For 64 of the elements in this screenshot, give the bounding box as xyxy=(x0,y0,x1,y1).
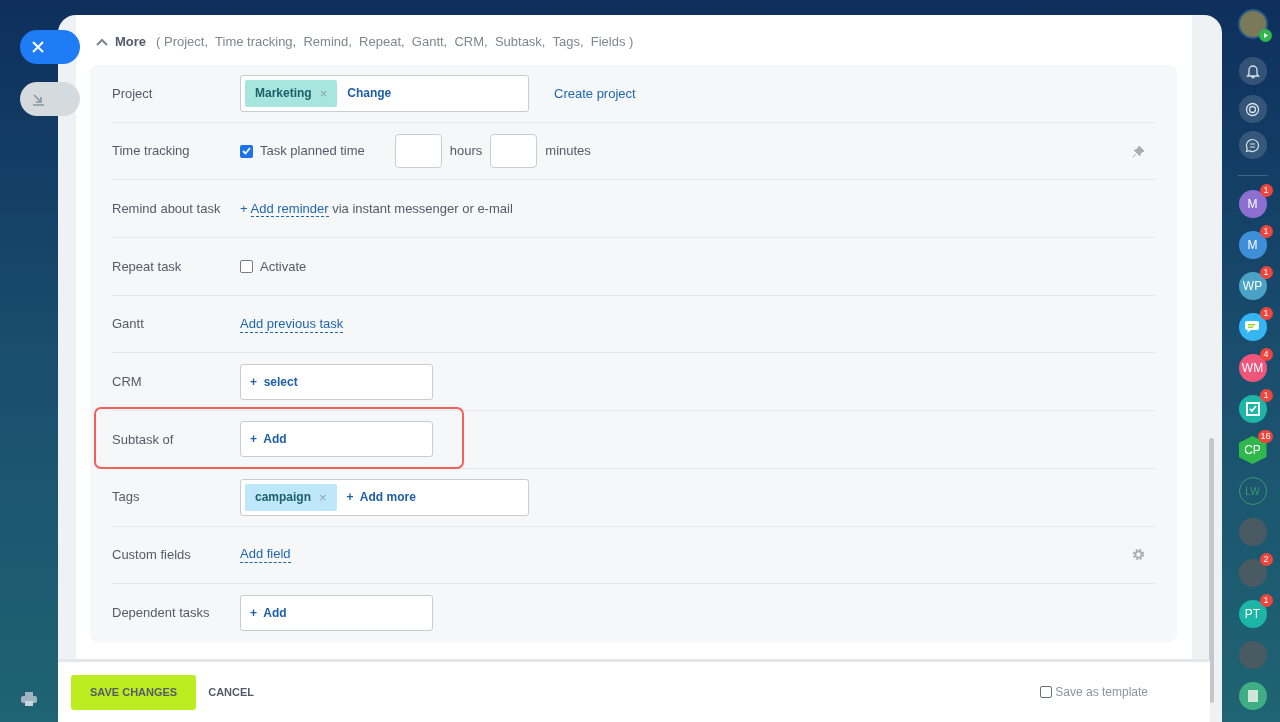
badge: 1 xyxy=(1259,225,1273,238)
collapse-button[interactable] xyxy=(20,82,80,116)
tag-select-field[interactable]: Marketing × Change xyxy=(240,74,529,112)
field-label: Gantt xyxy=(112,315,145,334)
badge: 1 xyxy=(1259,266,1273,279)
field-label: Remind about task xyxy=(112,199,222,218)
hours-input[interactable] xyxy=(394,134,442,169)
badge: 16 xyxy=(1258,430,1273,443)
badge: 4 xyxy=(1259,348,1273,361)
add-button[interactable]: + Add xyxy=(240,595,433,632)
scrollbar[interactable] xyxy=(1209,438,1214,703)
add-reminder-link[interactable]: + Add reminder xyxy=(240,200,329,217)
document-icon xyxy=(1246,689,1259,703)
field-label: Dependent tasks xyxy=(112,604,211,623)
arrow-down-right-icon xyxy=(32,92,45,106)
tag: campaign xyxy=(245,483,319,511)
add-button[interactable]: + Add xyxy=(240,421,433,458)
badge: 1 xyxy=(1259,389,1273,402)
notifications-button[interactable] xyxy=(1238,57,1267,85)
checkbox-label: Activate xyxy=(260,257,307,276)
add-button[interactable]: + select xyxy=(240,363,433,400)
chevron-up-icon[interactable] xyxy=(96,38,108,46)
speech-bubbles-icon xyxy=(1243,319,1262,335)
save-changes-button[interactable]: SAVE CHANGES xyxy=(71,674,197,710)
minutes-input[interactable] xyxy=(490,134,538,169)
field-label: CRM xyxy=(112,373,143,392)
printer-icon[interactable] xyxy=(21,692,37,706)
bell-icon xyxy=(1245,63,1260,79)
unit-label: hours xyxy=(449,142,483,161)
add-link[interactable]: Add previous task xyxy=(240,315,344,333)
spiral-icon xyxy=(1245,101,1260,117)
chat-switch-button[interactable] xyxy=(1238,131,1267,159)
badge: 1 xyxy=(1259,184,1273,197)
checked-square-icon xyxy=(1245,402,1260,416)
checkbox-label: Save as template xyxy=(1055,684,1148,701)
field-label: Repeat task xyxy=(112,257,183,276)
activity-button[interactable] xyxy=(1238,95,1267,123)
tag-select-field[interactable]: campaign × + Add more xyxy=(240,478,529,516)
create-project-link[interactable]: Create project xyxy=(554,83,636,104)
checkbox[interactable] xyxy=(1040,686,1053,698)
close-button[interactable] xyxy=(20,30,80,64)
field-label: Subtask of xyxy=(112,430,175,449)
section-list: ( Project, Time tracking, Remind, Repeat, Gantt, CRM, Subtask, Tags, Fields ) xyxy=(156,32,634,52)
chat-avatar[interactable] xyxy=(1238,682,1267,710)
field-label: Tags xyxy=(112,488,141,507)
field-label: Time tracking xyxy=(112,142,191,161)
play-icon xyxy=(1258,29,1272,42)
reminder-text: + Add reminder via instant messenger or e-mail xyxy=(240,199,513,219)
field-label: Project xyxy=(112,84,154,103)
close-icon xyxy=(32,41,44,53)
unit-label: minutes xyxy=(545,142,591,161)
badge: 1 xyxy=(1259,594,1273,607)
checkbox[interactable] xyxy=(240,259,253,273)
speech-bubble-icon xyxy=(1245,137,1260,153)
field-label: Custom fields xyxy=(112,546,192,565)
add-link[interactable]: Add field xyxy=(240,546,291,564)
badge: 2 xyxy=(1259,553,1273,566)
checkbox-label: Task planned time xyxy=(260,142,365,161)
checkbox[interactable] xyxy=(240,144,253,158)
cancel-button[interactable]: CANCEL xyxy=(208,683,255,701)
badge: 1 xyxy=(1259,307,1273,320)
tag: Marketing xyxy=(245,79,320,107)
more-toggle[interactable]: More xyxy=(115,32,147,52)
user-avatar[interactable] xyxy=(1237,9,1268,39)
